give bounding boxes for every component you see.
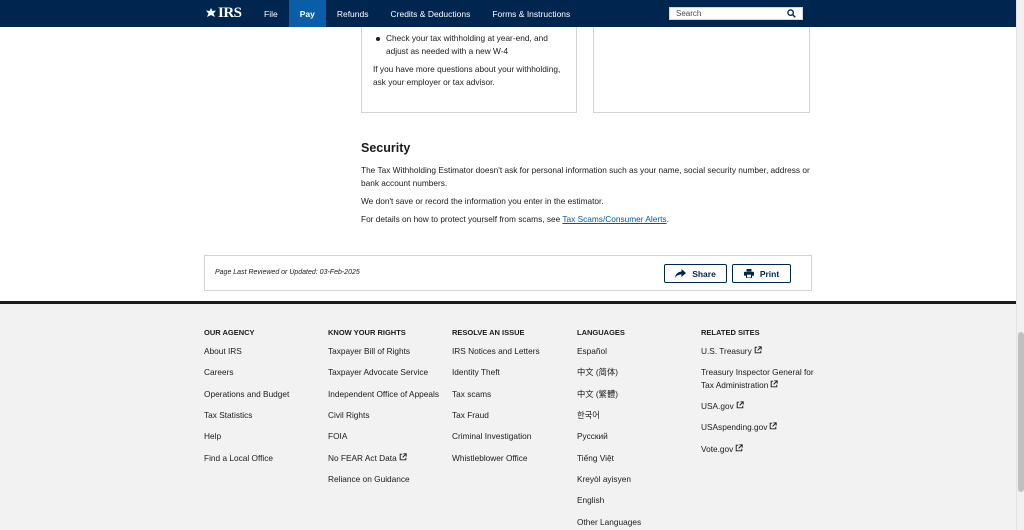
search-box <box>669 7 803 20</box>
footer-link-label: Tax Administration <box>701 379 769 390</box>
external-link-icon <box>754 346 762 354</box>
logo-text: IRS <box>218 4 242 21</box>
search-input[interactable] <box>670 9 785 18</box>
withholding-list: Check your tax withholding at year-end, … <box>362 27 576 58</box>
footer-link[interactable]: Whistleblower Office <box>452 452 527 465</box>
print-icon <box>743 269 754 278</box>
footer-link-treasury[interactable]: U.S. Treasury <box>701 345 762 358</box>
print-button[interactable]: Print <box>732 264 791 283</box>
page-scrollbar[interactable] <box>1016 0 1024 530</box>
nav-pay[interactable]: Pay <box>288 0 326 27</box>
footer-link[interactable]: Find a Local Office <box>204 452 273 465</box>
footer-link[interactable]: FOIA <box>328 430 347 443</box>
nav-credits-deductions[interactable]: Credits & Deductions <box>380 0 482 27</box>
footer-link[interactable]: Criminal Investigation <box>452 430 531 443</box>
last-reviewed-text: Page Last Reviewed or Updated: 03-Feb-20… <box>215 269 360 276</box>
footer-link-label: U.S. Treasury <box>701 346 752 356</box>
footer-link-no-fear[interactable]: No FEAR Act Data <box>328 452 407 465</box>
footer-link[interactable]: Taxpayer Advocate Service <box>328 366 428 379</box>
nav-refunds[interactable]: Refunds <box>326 0 380 27</box>
footer-heading: LANGUAGES <box>577 328 625 337</box>
footer-link-usaspending[interactable]: USAspending.gov <box>701 421 778 434</box>
footer-link-label: No FEAR Act Data <box>328 453 397 463</box>
language-link[interactable]: 中文 (繁體) <box>577 388 618 401</box>
footer-link-label: USA.gov <box>701 401 734 411</box>
language-link[interactable]: 中文 (简体) <box>577 366 618 379</box>
footer-link[interactable]: Civil Rights <box>328 409 370 422</box>
footer-link-label: USAspending.gov <box>701 422 768 432</box>
security-heading: Security <box>361 141 411 155</box>
main-nav: File Pay Refunds Credits & Deductions Fo… <box>253 0 581 27</box>
nav-file[interactable]: File <box>253 0 289 27</box>
language-link[interactable]: Русский <box>577 430 608 443</box>
share-label: Share <box>692 268 716 279</box>
search-icon[interactable] <box>785 8 797 20</box>
site-footer: OUR AGENCY About IRS Careers Operations … <box>0 304 1016 530</box>
print-label: Print <box>759 268 780 279</box>
external-link-icon <box>399 453 407 461</box>
external-link-icon <box>736 401 744 409</box>
footer-link[interactable]: Help <box>204 430 221 443</box>
footer-link[interactable]: Identity Theft <box>452 366 500 379</box>
language-link[interactable]: 한국어 <box>577 409 600 422</box>
scams-suffix: . <box>666 214 669 224</box>
footer-heading: RELATED SITES <box>701 328 760 337</box>
language-link[interactable]: English <box>577 494 604 507</box>
language-link[interactable]: Tiếng Việt <box>577 452 614 465</box>
footer-link[interactable]: About IRS <box>204 345 242 358</box>
footer-link[interactable]: Careers <box>204 366 234 379</box>
footer-heading: OUR AGENCY <box>204 328 255 337</box>
share-icon <box>675 269 687 278</box>
eagle-icon <box>206 8 216 17</box>
empty-card <box>593 27 810 113</box>
footer-link-usa-gov[interactable]: USA.gov <box>701 400 744 413</box>
footer-link-tigta[interactable]: Treasury Inspector General for Tax Admin… <box>701 366 814 391</box>
language-link[interactable]: Español <box>577 345 607 358</box>
footer-link-label: Vote.gov <box>701 444 734 454</box>
language-link[interactable]: Other Languages <box>577 516 641 529</box>
footer-link[interactable]: Tax scams <box>452 388 491 401</box>
external-link-icon <box>736 444 743 452</box>
footer-heading: KNOW YOUR RIGHTS <box>328 328 406 337</box>
nav-forms-instructions[interactable]: Forms & Instructions <box>481 0 581 27</box>
scams-text: For details on how to protect yourself f… <box>361 214 563 224</box>
footer-link-vote-gov[interactable]: Vote.gov <box>701 443 743 456</box>
scrollbar-thumb[interactable] <box>1018 332 1024 492</box>
tax-scams-link[interactable]: Tax Scams/Consumer Alerts <box>562 214 666 224</box>
footer-link[interactable]: Taxpayer Bill of Rights <box>328 345 410 358</box>
footer-link[interactable]: IRS Notices and Letters <box>452 345 540 358</box>
security-paragraph-3: For details on how to protect yourself f… <box>361 213 811 226</box>
external-link-icon <box>770 422 778 430</box>
withholding-paragraph: If you have more questions about your wi… <box>373 64 561 87</box>
footer-link[interactable]: Operations and Budget <box>204 388 289 401</box>
security-paragraph-2: We don't save or record the information … <box>361 196 604 206</box>
footer-link[interactable]: Reliance on Guidance <box>328 473 410 486</box>
footer-heading: RESOLVE AN ISSUE <box>452 328 525 337</box>
share-button[interactable]: Share <box>664 264 727 283</box>
security-paragraph-1: The Tax Withholding Estimator doesn't as… <box>361 165 810 188</box>
footer-link-label: Treasury Inspector General for <box>701 367 814 377</box>
footer-link[interactable]: Independent Office of Appeals <box>328 388 439 401</box>
footer-link[interactable]: Tax Statistics <box>204 409 252 422</box>
irs-logo[interactable]: IRS <box>205 4 242 22</box>
withholding-bullet: Check your tax withholding at year-end, … <box>376 32 576 58</box>
footer-link[interactable]: Tax Fraud <box>452 409 489 422</box>
withholding-card: Check your tax withholding at year-end, … <box>361 27 577 113</box>
top-navigation-bar: IRS File Pay Refunds Credits & Deduction… <box>0 0 1016 27</box>
external-link-icon <box>771 379 779 387</box>
page-review-bar: Page Last Reviewed or Updated: 03-Feb-20… <box>204 255 812 291</box>
language-link[interactable]: Kreyòl ayisyen <box>577 473 631 486</box>
